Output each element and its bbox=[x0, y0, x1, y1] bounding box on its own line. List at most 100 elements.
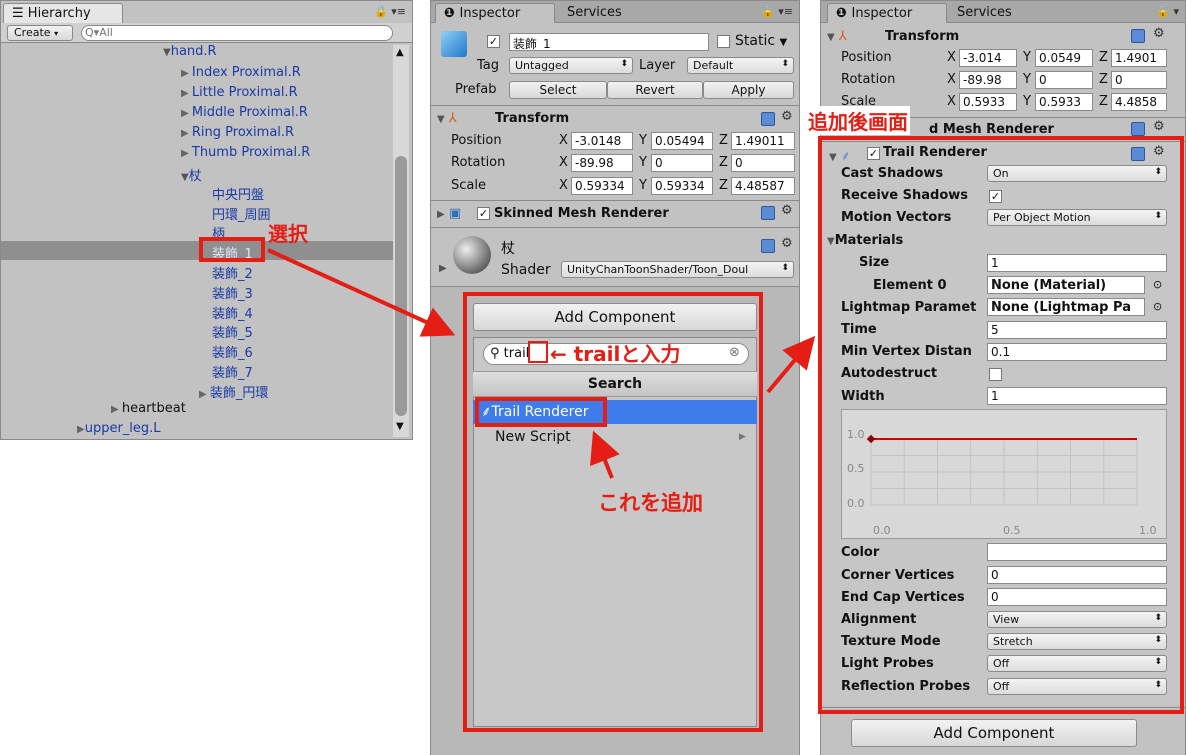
scroll-thumb[interactable] bbox=[395, 156, 407, 416]
scroll-up-icon[interactable]: ▲ bbox=[396, 47, 404, 58]
scroll-down-icon[interactable]: ▼ bbox=[396, 421, 404, 432]
help-book-icon[interactable] bbox=[761, 239, 775, 253]
inspector1-tabbar: ❶ Inspector Services 🔒 ▾≡ bbox=[431, 1, 799, 23]
transform-header[interactable]: ▼ ⅄ bbox=[827, 29, 847, 44]
layer-dropdown[interactable]: Default bbox=[687, 57, 794, 74]
create-button[interactable]: Create ▾ bbox=[7, 25, 73, 41]
tree-item[interactable]: ▶ Middle Proximal.R bbox=[181, 105, 308, 120]
tree-item[interactable]: 装飾_4 bbox=[212, 303, 253, 322]
skinned-mesh-enabled-checkbox[interactable]: ✓ bbox=[477, 207, 490, 220]
scale-y-field[interactable]: 0.59334 bbox=[651, 177, 713, 195]
rotation-y-field[interactable]: 0 bbox=[1035, 71, 1093, 89]
rotation-x-field[interactable]: -89.98 bbox=[959, 71, 1017, 89]
prefab-select-button[interactable]: Select bbox=[509, 81, 607, 99]
x-axis-label[interactable]: X bbox=[947, 72, 956, 87]
tag-dropdown[interactable]: Untagged bbox=[509, 57, 633, 74]
hierarchy-search-input[interactable]: Q▾All bbox=[81, 25, 393, 41]
gear-icon[interactable]: ⚙ bbox=[1153, 119, 1165, 134]
expand-closed-icon[interactable]: ▶ bbox=[439, 263, 447, 274]
y-axis-label[interactable]: Y bbox=[1023, 50, 1031, 65]
help-book-icon[interactable] bbox=[761, 206, 775, 220]
position-y-field[interactable]: 0.0549 bbox=[1035, 49, 1093, 67]
material-sphere-icon bbox=[453, 236, 491, 274]
tab-inspector[interactable]: ❶ Inspector bbox=[827, 3, 947, 23]
tab-services[interactable]: Services bbox=[949, 3, 1020, 23]
position-z-field[interactable]: 1.4901 bbox=[1111, 49, 1167, 67]
y-axis-label[interactable]: Y bbox=[639, 155, 647, 170]
scale-z-field[interactable]: 4.4858 bbox=[1111, 93, 1167, 111]
tree-item[interactable]: 装飾_5 bbox=[212, 322, 253, 341]
chevron-down-icon[interactable]: ▼ bbox=[779, 37, 787, 48]
prefab-apply-button[interactable]: Apply bbox=[703, 81, 794, 99]
tree-item[interactable]: ▶ heartbeat bbox=[111, 401, 186, 416]
lock-icon[interactable]: 🔒 ▾≡ bbox=[761, 5, 793, 18]
x-axis-label[interactable]: X bbox=[559, 133, 568, 148]
position-z-field[interactable]: 1.49011 bbox=[731, 132, 795, 150]
x-axis-label[interactable]: X bbox=[947, 94, 956, 109]
scale-y-field[interactable]: 0.5933 bbox=[1035, 93, 1093, 111]
lock-icon[interactable]: 🔒 ▾ bbox=[1156, 5, 1179, 18]
tab-services[interactable]: Services bbox=[559, 3, 630, 23]
help-book-icon[interactable] bbox=[1131, 122, 1145, 136]
tree-item[interactable]: ▶upper_leg.L bbox=[77, 421, 161, 436]
position-x-field[interactable]: -3.0148 bbox=[571, 132, 633, 150]
lock-icon[interactable]: 🔒 ▾≡ bbox=[374, 5, 406, 18]
divider bbox=[431, 200, 799, 201]
z-axis-label[interactable]: Z bbox=[719, 133, 728, 148]
position-x-field[interactable]: -3.014 bbox=[959, 49, 1017, 67]
prefab-revert-button[interactable]: Revert bbox=[607, 81, 703, 99]
gear-icon[interactable]: ⚙ bbox=[1153, 26, 1165, 41]
tree-item[interactable]: 装飾_6 bbox=[212, 342, 253, 361]
tree-item[interactable]: ▼杖 bbox=[181, 165, 202, 184]
rotation-x-field[interactable]: -89.98 bbox=[571, 154, 633, 172]
shader-dropdown[interactable]: UnityChanToonShader/Toon_Doul bbox=[561, 261, 794, 278]
scale-x-field[interactable]: 0.5933 bbox=[959, 93, 1017, 111]
static-checkbox[interactable] bbox=[717, 35, 730, 48]
object-name-field[interactable]: 装飾_1 bbox=[509, 33, 709, 51]
tree-item[interactable]: ▼hand.R bbox=[163, 44, 217, 59]
skinned-mesh-header[interactable]: ▶ ▣ bbox=[437, 206, 461, 221]
transform-header[interactable]: ▼ ⅄ bbox=[437, 111, 457, 126]
z-axis-label[interactable]: Z bbox=[719, 155, 728, 170]
help-book-icon[interactable] bbox=[1131, 29, 1145, 43]
z-axis-label[interactable]: Z bbox=[1099, 72, 1108, 87]
rotation-z-field[interactable]: 0 bbox=[731, 154, 795, 172]
y-axis-label[interactable]: Y bbox=[1023, 72, 1031, 87]
tab-hierarchy[interactable]: ☰ Hierarchy bbox=[3, 3, 123, 23]
inspector2-tabbar: ❶ Inspector Services 🔒 ▾ bbox=[821, 1, 1185, 23]
tree-item[interactable]: ▶ Thumb Proximal.R bbox=[181, 145, 310, 160]
scale-z-field[interactable]: 4.48587 bbox=[731, 177, 795, 195]
x-axis-label[interactable]: X bbox=[559, 178, 568, 193]
y-axis-label[interactable]: Y bbox=[1023, 94, 1031, 109]
shader-label: Shader bbox=[501, 262, 551, 278]
tree-item[interactable]: ▶ Ring Proximal.R bbox=[181, 125, 294, 140]
active-checkbox[interactable]: ✓ bbox=[487, 35, 500, 48]
y-axis-label[interactable]: Y bbox=[639, 133, 647, 148]
x-axis-label[interactable]: X bbox=[559, 155, 568, 170]
tab-inspector[interactable]: ❶ Inspector bbox=[435, 3, 555, 23]
tree-item[interactable]: 装飾_7 bbox=[212, 362, 253, 381]
tree-item[interactable]: ▶ Index Proximal.R bbox=[181, 65, 301, 80]
gear-icon[interactable]: ⚙ bbox=[781, 236, 793, 251]
help-book-icon[interactable] bbox=[761, 112, 775, 126]
selected-row-highlight bbox=[1, 241, 393, 260]
z-axis-label[interactable]: Z bbox=[1099, 94, 1108, 109]
scale-x-field[interactable]: 0.59334 bbox=[571, 177, 633, 195]
tree-item[interactable]: 装飾_3 bbox=[212, 283, 253, 302]
rotation-z-field[interactable]: 0 bbox=[1111, 71, 1167, 89]
position-y-field[interactable]: 0.05494 bbox=[651, 132, 713, 150]
gear-icon[interactable]: ⚙ bbox=[781, 203, 793, 218]
rotation-y-field[interactable]: 0 bbox=[651, 154, 713, 172]
add-component-button-2[interactable]: Add Component bbox=[851, 719, 1137, 747]
tree-item[interactable]: 円環_周囲 bbox=[212, 204, 271, 223]
expand-closed-icon: ▶ bbox=[181, 128, 192, 139]
tree-item[interactable]: 中央円盤 bbox=[212, 184, 264, 203]
y-axis-label[interactable]: Y bbox=[639, 178, 647, 193]
tree-item[interactable]: ▶ 装飾_円環 bbox=[199, 382, 268, 401]
tree-item[interactable]: ▶ Little Proximal.R bbox=[181, 85, 298, 100]
x-axis-label[interactable]: X bbox=[947, 50, 956, 65]
tree-item[interactable]: 装飾_2 bbox=[212, 263, 253, 282]
z-axis-label[interactable]: Z bbox=[1099, 50, 1108, 65]
gear-icon[interactable]: ⚙ bbox=[781, 109, 793, 124]
z-axis-label[interactable]: Z bbox=[719, 178, 728, 193]
